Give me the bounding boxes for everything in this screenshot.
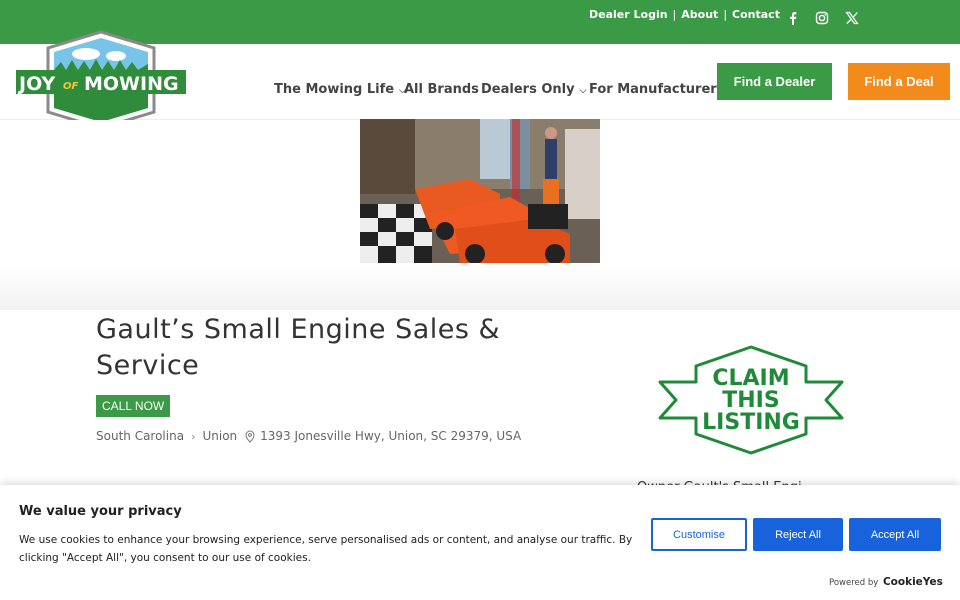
joy-of-mowing-logo[interactable]: JOY OF MOWING bbox=[16, 30, 186, 130]
dealer-showroom-photo bbox=[360, 119, 600, 263]
chevron-right-icon: › bbox=[191, 429, 196, 443]
location-city[interactable]: Union bbox=[202, 429, 237, 443]
logo-text-joy: JOY bbox=[17, 73, 56, 95]
powered-by-label: Powered by bbox=[829, 578, 879, 588]
nav-label: For Manufacturers bbox=[589, 82, 725, 97]
cookie-title: We value your privacy bbox=[19, 504, 182, 519]
cookie-consent-banner: We value your privacy We use cookies to … bbox=[0, 485, 960, 600]
x-icon[interactable] bbox=[845, 11, 859, 25]
nav-label: Dealers Only bbox=[481, 82, 575, 97]
nav-label: The Mowing Life bbox=[274, 82, 395, 97]
cookie-description: We use cookies to enhance your browsing … bbox=[19, 534, 633, 564]
nav-mowing-life[interactable]: The Mowing Life ⌵ bbox=[274, 82, 406, 97]
dealer-login-link[interactable]: Dealer Login bbox=[589, 8, 668, 21]
nav-label: All Brands bbox=[404, 82, 479, 97]
reject-all-button[interactable]: Reject All bbox=[753, 518, 843, 551]
separator: | bbox=[672, 8, 677, 21]
location-state[interactable]: South Carolina bbox=[96, 429, 184, 443]
logo-text-of: OF bbox=[63, 81, 79, 92]
nav-for-manufacturers[interactable]: For Manufacturers bbox=[589, 82, 724, 97]
map-pin-icon bbox=[245, 429, 255, 443]
chevron-down-icon: ⌵ bbox=[579, 86, 587, 96]
cookieyes-logo[interactable]: CookieYes bbox=[883, 576, 943, 588]
contact-link[interactable]: Contact bbox=[732, 8, 780, 21]
separator: | bbox=[723, 8, 728, 21]
location-address: 1393 Jonesville Hwy, Union, SC 29379, US… bbox=[260, 429, 522, 443]
customise-button[interactable]: Customise bbox=[651, 518, 747, 551]
instagram-icon[interactable] bbox=[815, 11, 829, 25]
accept-all-button[interactable]: Accept All bbox=[849, 518, 941, 551]
find-deal-button[interactable]: Find a Deal bbox=[848, 63, 950, 100]
listing-title: Gault’s Small Engine Sales & Service bbox=[96, 314, 501, 381]
call-now-button[interactable]: CALL NOW bbox=[96, 395, 171, 417]
facebook-icon[interactable] bbox=[786, 11, 800, 25]
find-dealer-button[interactable]: Find a Dealer bbox=[717, 63, 832, 100]
logo-text-mowing: MOWING bbox=[84, 73, 179, 95]
claim-listing-badge[interactable]: CLAIM THIS LISTING bbox=[656, 344, 846, 456]
claim-line-3: LISTING bbox=[702, 410, 800, 435]
nav-all-brands[interactable]: All Brands bbox=[404, 82, 479, 97]
nav-dealers-only[interactable]: Dealers Only ⌵ bbox=[481, 82, 586, 97]
listing-location: South Carolina › Union 1393 Jonesville H… bbox=[96, 429, 521, 443]
about-link[interactable]: About bbox=[681, 8, 718, 21]
top-links: Dealer Login | About | Contact bbox=[589, 8, 780, 21]
powered-by: Powered by CookieYes bbox=[829, 576, 943, 588]
